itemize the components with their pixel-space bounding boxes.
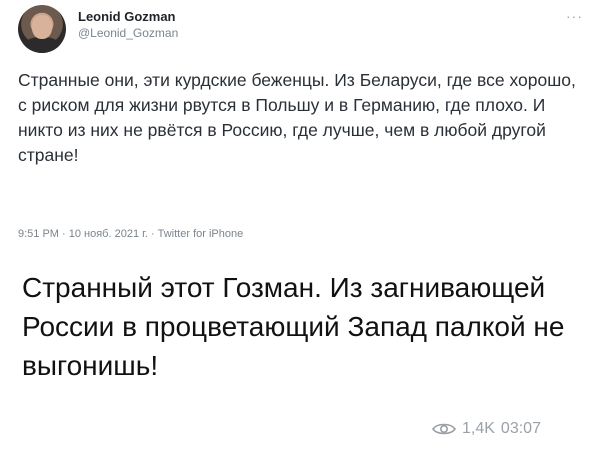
tweet-screenshot[interactable]: Leonid Gozman @Leonid_Gozman ··· Странны… xyxy=(0,0,600,258)
message-footer: 1,4K 03:07 xyxy=(432,420,541,438)
author-name: Leonid Gozman xyxy=(78,9,176,24)
avatar-face xyxy=(32,15,52,39)
message-time: 03:07 xyxy=(500,420,541,437)
more-dots-icon: ··· xyxy=(566,8,583,24)
author-handle: @Leonid_Gozman xyxy=(78,26,179,40)
message-text: Странный этот Гозман. Из загнивающей Рос… xyxy=(22,272,565,381)
tweet-text: Странные они, эти курдские беженцы. Из Б… xyxy=(18,70,576,165)
post-frame: Leonid Gozman @Leonid_Gozman ··· Странны… xyxy=(0,0,600,450)
views-count: 1,4K xyxy=(462,420,495,437)
author-avatar xyxy=(18,5,66,53)
eye-icon xyxy=(432,423,456,435)
avatar-body xyxy=(22,37,62,53)
tweet-meta: 9:51 PM · 10 нояб. 2021 г. · Twitter for… xyxy=(18,228,244,240)
